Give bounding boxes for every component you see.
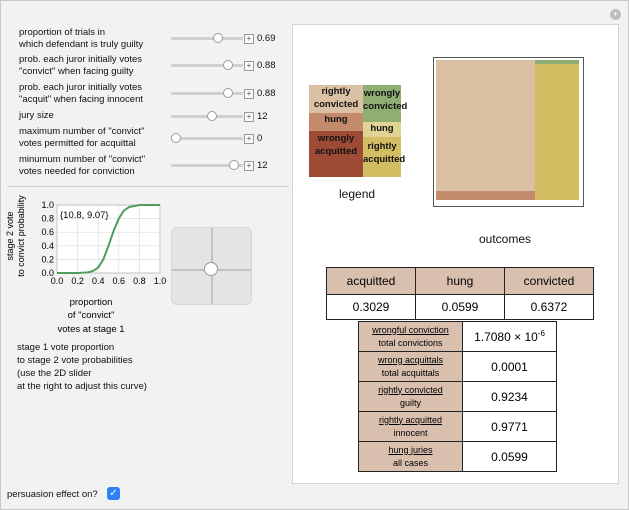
- table-row: wrong acquittals total acquittals 0.0001: [358, 351, 557, 382]
- reset-icon[interactable]: +: [610, 9, 621, 20]
- plot-x-tick-label: 0.8: [133, 276, 146, 286]
- curve-note: stage 1 vote proportion to stage 2 vote …: [17, 342, 147, 392]
- legend-title: legend: [339, 187, 376, 201]
- ratio-value: 1.7080 × 10-6: [462, 321, 557, 352]
- ratio-table: wrongful conviction total convictions 1.7…: [358, 321, 557, 472]
- ratio-label: hung juries all cases: [358, 441, 463, 472]
- outcome-wrongly-acquitted-block: [436, 191, 535, 200]
- max-convict-slider[interactable]: [171, 133, 243, 143]
- control-label: proportion of trials in which defendant i…: [19, 27, 144, 50]
- ratio-label: wrongful conviction total convictions: [358, 321, 463, 352]
- ratio-label: rightly convicted guilty: [358, 381, 463, 412]
- persuasion-label: persuasion effect on?: [7, 489, 98, 500]
- legend-rightly-acquitted: rightly acquitted: [363, 137, 405, 177]
- plot-x-tick-label: 0.6: [113, 276, 126, 286]
- plot-y-tick-label: 0.2: [41, 254, 54, 264]
- table-row: wrongful conviction total convictions 1.7…: [358, 321, 557, 352]
- legend-hung-left: hung: [309, 113, 363, 131]
- ratio-value: 0.9771: [462, 411, 557, 442]
- expand-plus-icon[interactable]: +: [244, 112, 254, 122]
- ratio-label: wrong acquittals total acquittals: [358, 351, 463, 382]
- guilty-proportion-slider[interactable]: [171, 33, 243, 43]
- table-cell: 0.3029: [326, 294, 416, 320]
- slider-thumb[interactable]: [207, 111, 218, 121]
- legend-wrongly-acquitted: wrongly acquitted: [309, 131, 363, 177]
- slider-thumb[interactable]: [222, 88, 233, 98]
- table-header-cell: convicted: [504, 267, 594, 295]
- table-cell: 0.0599: [415, 294, 505, 320]
- slider-value: 12: [257, 111, 268, 122]
- control-label: jury size: [19, 110, 54, 121]
- table-row: 0.3029 0.0599 0.6372: [326, 294, 594, 320]
- table-header-row: acquitted hung convicted: [326, 267, 594, 295]
- slider-thumb[interactable]: [222, 60, 233, 70]
- control-label: maximum number of "convict" votes permitt…: [19, 126, 145, 149]
- 2d-slider-pad[interactable]: [171, 227, 252, 305]
- plot-annotation: {10.8, 9.07}: [60, 210, 109, 221]
- slider-value: 0.88: [257, 88, 276, 99]
- plot-y-tick-label: 0.4: [41, 241, 54, 251]
- legend-rightly-convicted: rightly convicted: [309, 85, 363, 113]
- plot-y-tick-label: 0.6: [41, 227, 54, 237]
- ratio-value: 0.0001: [462, 351, 557, 382]
- expand-plus-icon[interactable]: +: [244, 61, 254, 71]
- persuasion-checkbox[interactable]: ✓: [107, 487, 120, 500]
- plot-ylabel-2: to convict probability: [16, 195, 26, 277]
- min-convict-slider[interactable]: [171, 160, 243, 170]
- slider-thumb[interactable]: [212, 33, 223, 43]
- outcomes-graphic: [433, 57, 584, 207]
- ratio-value: 0.9234: [462, 381, 557, 412]
- ratio-label: rightly acquitted innocent: [358, 411, 463, 442]
- convict-guilty-slider[interactable]: [171, 60, 243, 70]
- outcome-summary-table: acquitted hung convicted 0.3029 0.0599 0…: [326, 267, 594, 320]
- table-row: hung juries all cases 0.0599: [358, 441, 557, 472]
- table-cell: 0.6372: [504, 294, 594, 320]
- jury-size-slider[interactable]: [171, 111, 243, 121]
- slider-value: 0: [257, 133, 263, 144]
- plot-x-tick-label: 1.0: [154, 276, 167, 286]
- expand-plus-icon[interactable]: +: [244, 134, 254, 144]
- control-label: prob. each juror initially votes "convict…: [19, 54, 143, 77]
- stage-vote-curve-plot: 0.00.00.20.20.40.40.60.60.80.81.01.0 sta…: [5, 195, 167, 335]
- table-header-cell: hung: [415, 267, 505, 295]
- plot-xlabel-1: proportion: [70, 297, 113, 308]
- divider: [7, 186, 289, 187]
- 2d-slider-thumb[interactable]: [204, 262, 218, 276]
- plot-y-tick-label: 0.0: [41, 268, 54, 278]
- legend-hung-right: hung: [363, 122, 401, 137]
- expand-plus-icon[interactable]: +: [244, 34, 254, 44]
- slider-value: 0.88: [257, 60, 276, 71]
- outcome-rightly-acquitted-block: [535, 64, 579, 200]
- control-label: prob. each juror initially votes "acquit"…: [19, 82, 143, 105]
- expand-plus-icon[interactable]: +: [244, 161, 254, 171]
- plot-xlabel-2: of "convict": [68, 310, 115, 321]
- table-row: rightly acquitted innocent 0.9771: [358, 411, 557, 442]
- plot-x-tick-label: 0.4: [92, 276, 105, 286]
- acquit-innocent-slider[interactable]: [171, 88, 243, 98]
- slider-value: 0.69: [257, 33, 276, 44]
- table-row: rightly convicted guilty 0.9234: [358, 381, 557, 412]
- table-header-cell: acquitted: [326, 267, 416, 295]
- legend-wrongly-convicted: wrongly convicted: [363, 85, 407, 122]
- outcomes-title: outcomes: [479, 232, 532, 246]
- expand-plus-icon[interactable]: +: [244, 89, 254, 99]
- slider-value: 12: [257, 160, 268, 171]
- control-label: minumum number of "convict" votes needed …: [19, 154, 146, 177]
- plot-y-tick-label: 1.0: [41, 200, 54, 210]
- slider-thumb[interactable]: [229, 160, 240, 170]
- plot-ylabel-1: stage 2 vote: [5, 211, 15, 260]
- plot-xlabel-3: votes at stage 1: [57, 324, 124, 335]
- plot-x-tick-label: 0.2: [71, 276, 84, 286]
- slider-thumb[interactable]: [171, 133, 182, 143]
- demonstration-frame: + proportion of trials in which defendant…: [0, 0, 629, 510]
- ratio-value: 0.0599: [462, 441, 557, 472]
- outcome-rightly-convicted-block: [436, 60, 535, 191]
- plot-y-tick-label: 0.8: [41, 214, 54, 224]
